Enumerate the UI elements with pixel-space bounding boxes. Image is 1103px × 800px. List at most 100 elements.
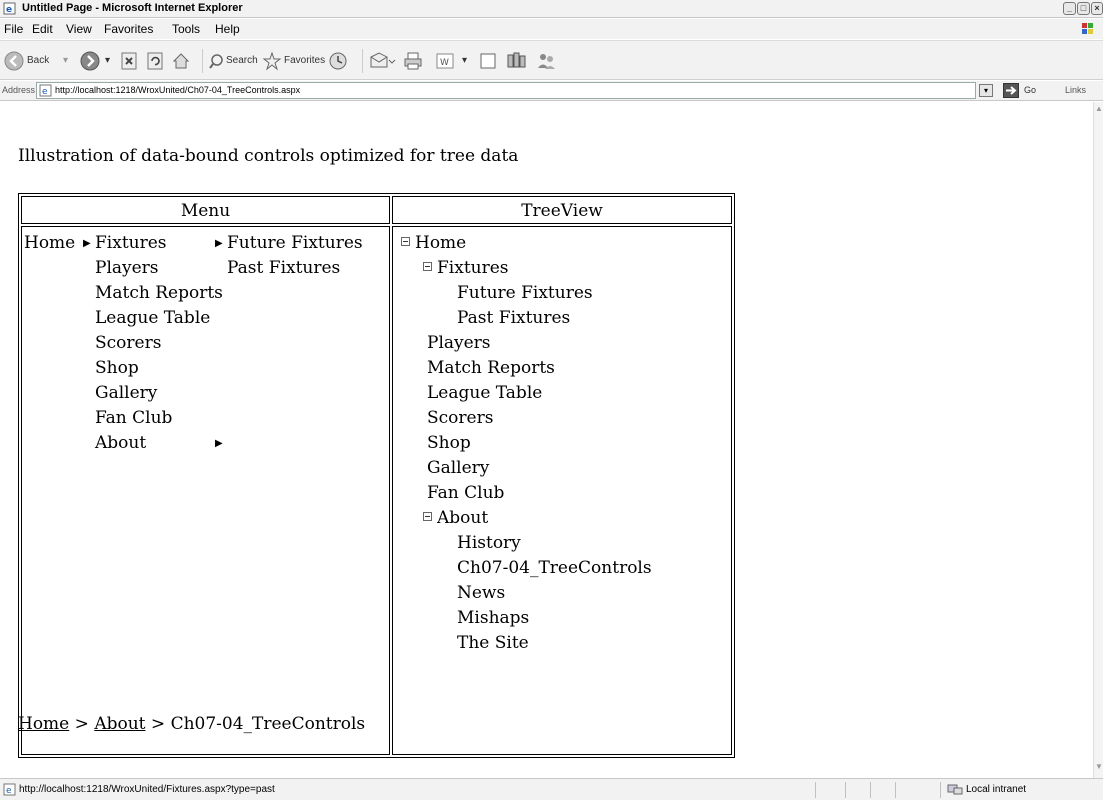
forward-button[interactable] <box>80 49 100 73</box>
back-button[interactable] <box>4 49 24 73</box>
back-label[interactable]: Back <box>27 55 49 66</box>
tree-node[interactable]: Fan Club <box>427 483 504 503</box>
treeview-control: Home Fixtures Future Fixtures Past Fixtures… <box>392 226 732 755</box>
menu-item-shop[interactable]: Shop <box>95 358 139 378</box>
tree-node[interactable]: Fixtures <box>423 258 509 278</box>
tree-node[interactable]: Home <box>401 233 466 253</box>
tree-node[interactable]: About <box>423 508 488 528</box>
ie-page-icon: e <box>3 783 16 796</box>
forward-dropdown-icon[interactable]: ▾ <box>105 55 110 66</box>
go-arrow-icon[interactable] <box>1003 83 1019 98</box>
go-button[interactable]: Go <box>1024 85 1036 95</box>
menu-file[interactable]: File <box>4 22 23 36</box>
tree-node-label: Ch07-04_TreeControls <box>457 558 652 578</box>
tree-node-label: History <box>457 533 521 553</box>
favorites-label[interactable]: Favorites <box>284 55 325 66</box>
menu-item-future-fixtures[interactable]: Future Fixtures <box>227 233 363 253</box>
address-input[interactable]: e http://localhost:1218/WroxUnited/Ch07-… <box>36 82 976 99</box>
minimize-icon[interactable]: _ <box>1063 2 1076 15</box>
links-button[interactable]: Links <box>1065 85 1086 95</box>
back-dropdown-icon[interactable]: ▾ <box>63 55 68 66</box>
messenger-button[interactable] <box>535 49 557 73</box>
tree-node[interactable]: Past Fixtures <box>457 308 570 328</box>
home-icon <box>172 53 190 69</box>
menu-help[interactable]: Help <box>215 22 240 36</box>
collapse-toggle-icon[interactable] <box>423 262 432 271</box>
tree-node-label: Shop <box>427 433 471 453</box>
status-divider <box>940 782 941 798</box>
menu-item-match-reports[interactable]: Match Reports <box>95 283 223 303</box>
treeview-header-cell: TreeView <box>392 196 732 224</box>
scroll-down-icon[interactable]: ▼ <box>1094 762 1103 774</box>
address-label: Address <box>2 85 36 95</box>
tree-node[interactable]: Scorers <box>427 408 493 428</box>
breadcrumb-about-link[interactable]: About <box>94 714 145 734</box>
menu-favorites[interactable]: Favorites <box>104 22 153 36</box>
menu-item-scorers[interactable]: Scorers <box>95 333 161 353</box>
search-label[interactable]: Search <box>226 55 258 66</box>
menu-item-gallery[interactable]: Gallery <box>95 383 157 403</box>
edit-dropdown-icon[interactable]: ▾ <box>462 55 467 66</box>
close-icon[interactable]: × <box>1091 2 1103 15</box>
tree-node-label: The Site <box>457 633 529 653</box>
menu-control: Home ▶ Fixtures ▶ Future Fixtures Past F… <box>21 226 390 755</box>
address-dropdown-icon[interactable]: ▾ <box>979 84 993 97</box>
tree-node-label: Scorers <box>427 408 494 428</box>
tree-node[interactable]: League Table <box>427 383 542 403</box>
favorites-button[interactable] <box>262 49 282 73</box>
maximize-icon[interactable]: □ <box>1077 2 1090 15</box>
menu-view[interactable]: View <box>66 22 92 36</box>
collapse-toggle-icon[interactable] <box>401 237 410 246</box>
home-button[interactable] <box>171 49 191 73</box>
tree-node[interactable]: Mishaps <box>457 608 529 628</box>
menu-item-players[interactable]: Players <box>95 258 159 278</box>
menu-bar: File Edit View Favorites Tools Help <box>0 19 1103 39</box>
menu-item-home[interactable]: Home <box>24 233 75 253</box>
status-divider <box>815 782 816 798</box>
submenu-arrow-icon: ▶ <box>215 238 223 249</box>
breadcrumb-separator: > <box>74 714 89 734</box>
address-bar: Address e http://localhost:1218/WroxUnit… <box>0 81 1103 101</box>
back-arrow-icon <box>4 51 24 71</box>
intranet-zone-icon <box>947 784 963 795</box>
vertical-scrollbar[interactable]: ▲ ▼ <box>1093 102 1103 778</box>
menu-header: Menu <box>180 201 231 221</box>
tree-node[interactable]: Players <box>427 333 491 353</box>
tree-node[interactable]: Gallery <box>427 458 489 478</box>
tree-node[interactable]: History <box>457 533 521 553</box>
research-icon <box>507 52 526 68</box>
tree-node[interactable]: Match Reports <box>427 358 555 378</box>
menu-item-fixtures[interactable]: Fixtures <box>95 233 167 253</box>
menu-item-label: Home <box>24 233 76 253</box>
research-button[interactable] <box>505 49 527 73</box>
tree-node[interactable]: Ch07-04_TreeControls <box>457 558 652 578</box>
print-button[interactable] <box>403 49 423 73</box>
menu-item-about[interactable]: About <box>95 433 146 453</box>
discuss-button[interactable] <box>478 49 498 73</box>
collapse-toggle-icon[interactable] <box>423 512 432 521</box>
search-button[interactable] <box>208 49 224 73</box>
history-button[interactable] <box>328 49 348 73</box>
menu-item-fan-club[interactable]: Fan Club <box>95 408 172 428</box>
tree-node[interactable]: Shop <box>427 433 471 453</box>
refresh-icon <box>147 52 163 70</box>
stop-button[interactable] <box>120 49 138 73</box>
tree-node-label: League Table <box>427 383 543 403</box>
tree-node-label: Players <box>427 333 491 353</box>
breadcrumb-home-link[interactable]: Home <box>18 714 69 734</box>
menu-tools[interactable]: Tools <box>172 22 200 36</box>
tree-node[interactable]: Future Fixtures <box>457 283 593 303</box>
menu-item-past-fixtures[interactable]: Past Fixtures <box>227 258 340 278</box>
discuss-icon <box>480 53 496 69</box>
tree-node[interactable]: The Site <box>457 633 529 653</box>
menu-edit[interactable]: Edit <box>32 22 53 36</box>
svg-text:e: e <box>6 786 12 796</box>
refresh-button[interactable] <box>146 49 164 73</box>
menu-item-league-table[interactable]: League Table <box>95 308 210 328</box>
scroll-up-icon[interactable]: ▲ <box>1094 104 1103 116</box>
tree-node[interactable]: News <box>457 583 505 603</box>
print-icon <box>404 52 422 70</box>
messenger-icon <box>538 54 555 69</box>
mail-button[interactable] <box>368 49 396 73</box>
edit-button[interactable]: W <box>434 49 456 73</box>
